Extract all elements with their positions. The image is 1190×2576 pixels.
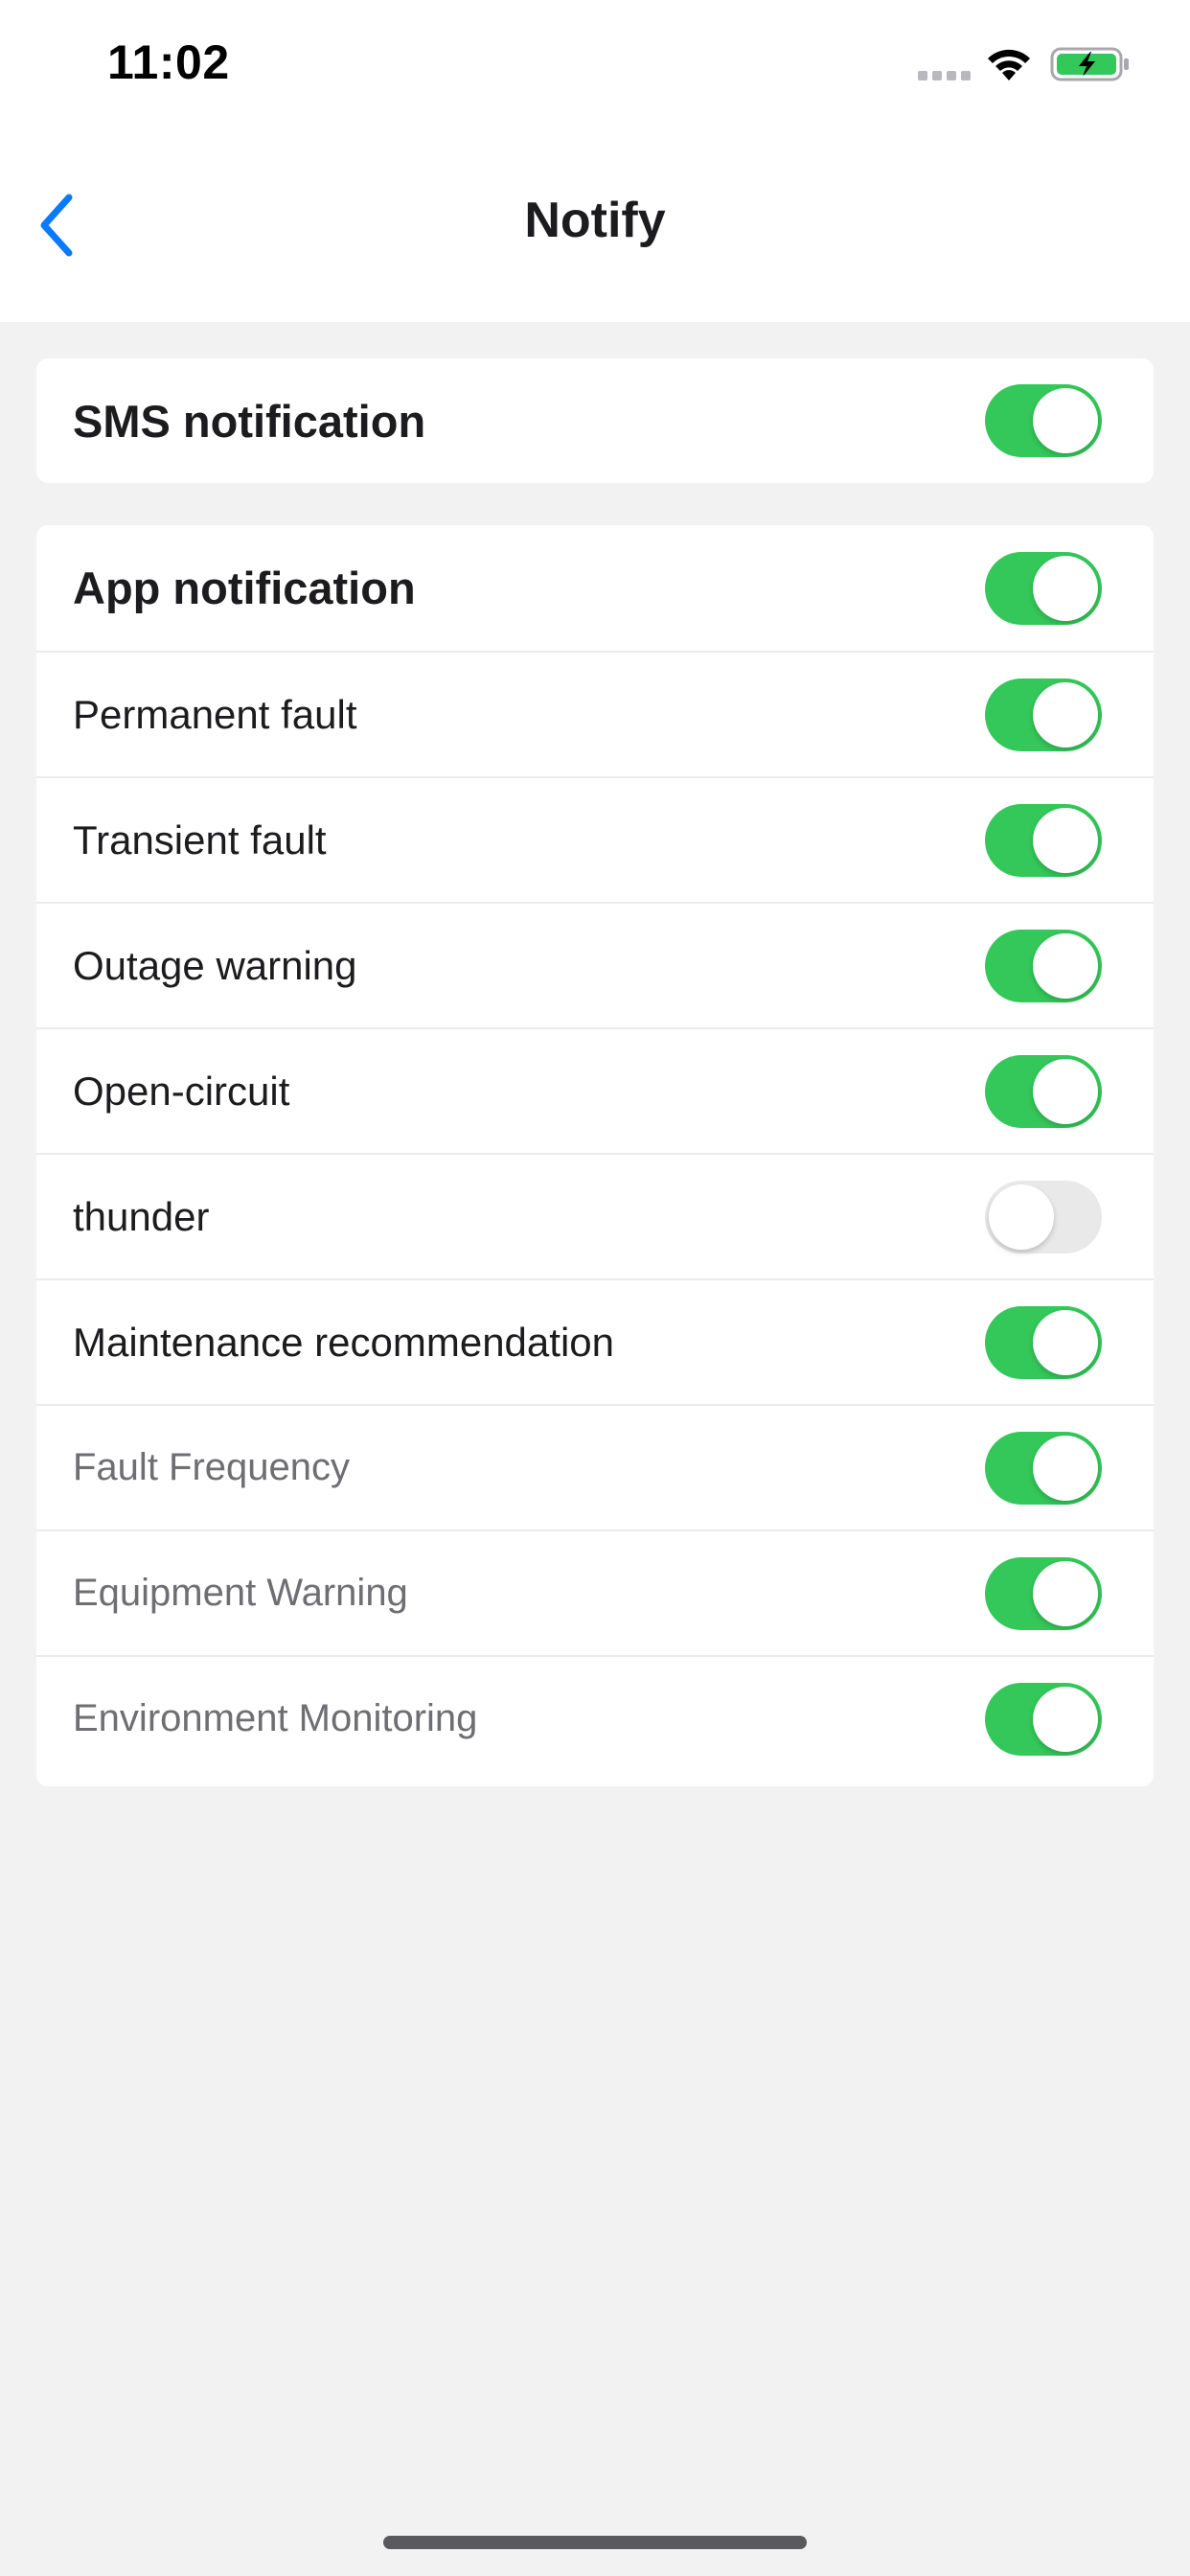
toggle-knob [1033, 555, 1098, 621]
transient-fault-label: Transient fault [73, 816, 327, 862]
transient-fault-toggle[interactable] [985, 803, 1102, 877]
list-item-environment-monitoring: Environment Monitoring [36, 1655, 1154, 1781]
status-time: 11:02 [107, 35, 230, 89]
list-item-equipment-warning: Equipment Warning [36, 1530, 1154, 1655]
fault-frequency-toggle[interactable] [985, 1431, 1102, 1505]
sms-notification-toggle[interactable] [985, 384, 1102, 457]
toggle-knob [1033, 388, 1098, 453]
wifi-icon [988, 49, 1030, 80]
toggle-knob [1033, 681, 1098, 748]
list-item-outage-warning: Outage warning [36, 902, 1154, 1027]
environment-monitoring-toggle[interactable] [985, 1682, 1102, 1756]
page-title: Notify [524, 193, 666, 248]
thunder-toggle[interactable] [985, 1180, 1102, 1254]
toggle-knob [1033, 1058, 1098, 1124]
outage-warning-toggle[interactable] [985, 929, 1102, 1002]
list-item-fault-frequency: Fault Frequency [36, 1404, 1154, 1530]
equipment-warning-toggle[interactable] [985, 1556, 1102, 1630]
list-item-permanent-fault: Permanent fault [36, 651, 1154, 776]
list-item-thunder: thunder [36, 1153, 1154, 1278]
app-notification-label: App notification [73, 563, 416, 613]
app-notification-card: App notification Permanent fault Transie… [36, 525, 1154, 1786]
outage-warning-label: Outage warning [73, 942, 357, 988]
signal-dots-icon [918, 71, 971, 80]
status-bar: 11:02 [0, 0, 1190, 130]
thunder-label: thunder [73, 1193, 210, 1239]
toggle-knob [1033, 1560, 1098, 1626]
maintenance-recommendation-label: Maintenance recommendation [73, 1319, 614, 1365]
app-notification-row: App notification [36, 525, 1154, 651]
sms-notification-row: SMS notification [36, 358, 1154, 483]
list-item-open-circuit: Open-circuit [36, 1027, 1154, 1153]
header-area: 11:02 Notify [0, 0, 1190, 322]
open-circuit-label: Open-circuit [73, 1068, 290, 1114]
toggle-knob [989, 1184, 1054, 1250]
open-circuit-toggle[interactable] [985, 1054, 1102, 1128]
list-item-maintenance-recommendation: Maintenance recommendation [36, 1278, 1154, 1404]
toggle-knob [1033, 932, 1098, 999]
sms-notification-card: SMS notification [36, 358, 1154, 483]
fault-frequency-label: Fault Frequency [73, 1446, 351, 1488]
maintenance-recommendation-toggle[interactable] [985, 1305, 1102, 1379]
home-indicator[interactable] [383, 2536, 807, 2549]
equipment-warning-label: Equipment Warning [73, 1572, 408, 1614]
battery-charging-icon [1050, 47, 1129, 81]
permanent-fault-toggle[interactable] [985, 678, 1102, 751]
environment-monitoring-label: Environment Monitoring [73, 1697, 478, 1739]
permanent-fault-label: Permanent fault [73, 691, 357, 737]
list-item-transient-fault: Transient fault [36, 776, 1154, 902]
toggle-knob [1033, 807, 1098, 873]
toggle-knob [1033, 1686, 1098, 1752]
toggle-knob [1033, 1435, 1098, 1501]
toggle-knob [1033, 1309, 1098, 1375]
navigation-bar: Notify [0, 163, 1190, 288]
app-notification-toggle[interactable] [985, 551, 1102, 625]
sms-notification-label: SMS notification [73, 395, 426, 447]
